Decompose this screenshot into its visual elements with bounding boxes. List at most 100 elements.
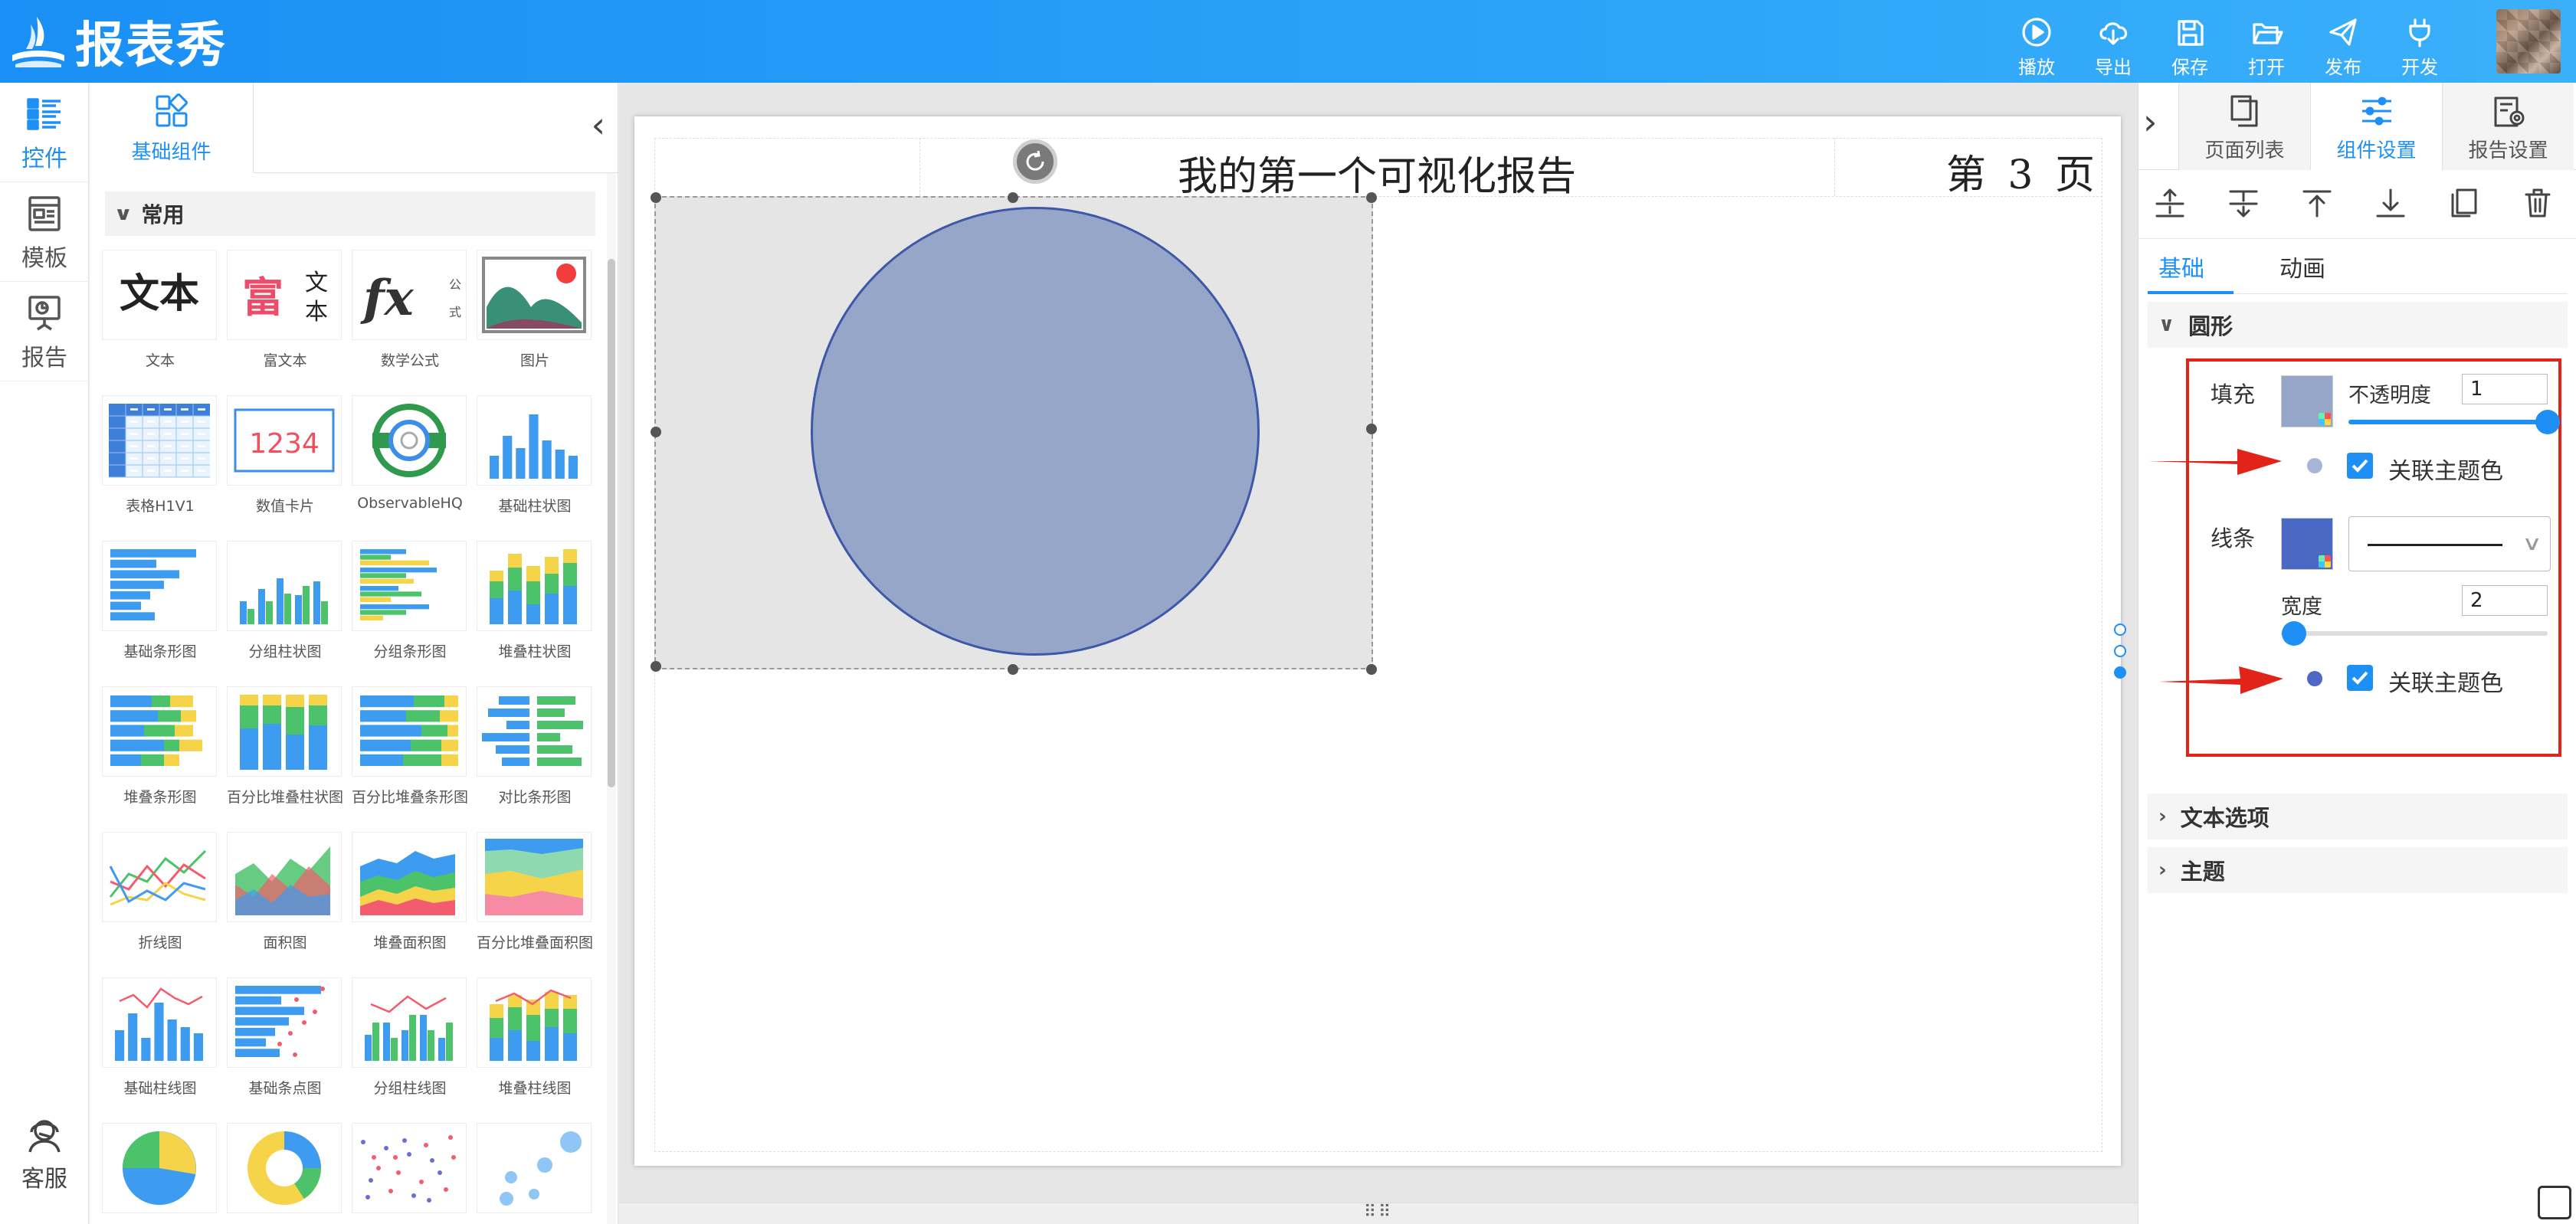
group-theme[interactable]: › 主题 — [2148, 847, 2568, 893]
fill-color-swatch[interactable] — [2281, 375, 2333, 427]
fill-theme-color-dot — [2307, 458, 2322, 473]
stroke-color-swatch[interactable] — [2281, 518, 2333, 570]
component-card-table[interactable]: 表格H1V1 — [102, 395, 220, 515]
component-card-stackbarline[interactable]: 堆叠柱线图 — [477, 977, 595, 1098]
component-card-grouphbar[interactable]: 分组条形图 — [352, 541, 470, 661]
rail-item-list[interactable]: 控件 — [0, 83, 89, 182]
section-common[interactable]: ∨ 常用 — [105, 191, 595, 236]
component-card-hbar[interactable]: 基础条形图 — [102, 541, 220, 661]
subtab-animation[interactable]: 动画 — [2279, 250, 2325, 283]
toolbar-send-button[interactable]: 发布 — [2305, 12, 2381, 78]
bring-to-top-button[interactable] — [2299, 185, 2338, 224]
delete-button[interactable] — [2520, 185, 2558, 224]
component-card-pctstackhbar[interactable]: 百分比堆叠条形图 — [352, 686, 470, 807]
area-thumbnail-icon — [227, 832, 342, 922]
fullscreen-toggle-icon[interactable] — [2538, 1186, 2571, 1219]
settings-tab-report-settings[interactable]: 报告设置 — [2442, 83, 2574, 170]
send-to-bottom-button[interactable] — [2373, 185, 2411, 224]
component-card-area[interactable]: 面积图 — [227, 832, 345, 952]
rail-item-presentation[interactable]: 报告 — [0, 282, 89, 381]
component-card-hbardot[interactable]: 基础条点图 — [227, 977, 345, 1098]
align-middle-icon — [2155, 188, 2184, 218]
resize-handle-right[interactable] — [1366, 424, 1377, 434]
component-card-line[interactable]: 折线图 — [102, 832, 220, 952]
circle-shape[interactable] — [811, 207, 1260, 656]
resize-handle-top-left[interactable] — [651, 192, 661, 203]
rotate-icon — [1026, 150, 1044, 171]
stroke-link-theme-checkbox[interactable] — [2347, 665, 2373, 691]
rail-item-template[interactable]: 模板 — [0, 182, 89, 282]
component-card-stackbar[interactable]: 堆叠柱状图 — [477, 541, 595, 661]
subtab-basic[interactable]: 基础 — [2158, 250, 2204, 283]
component-card-pie[interactable] — [102, 1123, 220, 1222]
selected-circle-component[interactable] — [654, 196, 1373, 669]
toolbar-cloud-download-button[interactable]: 导出 — [2075, 12, 2152, 78]
resize-handle-bottom-right[interactable] — [1366, 664, 1377, 675]
component-card-groupbarline[interactable]: 分组柱线图 — [352, 977, 470, 1098]
rotate-handle[interactable] — [1013, 139, 1057, 184]
side-handle-2[interactable] — [2114, 645, 2126, 657]
toolbar-save-button[interactable]: 保存 — [2152, 12, 2228, 78]
component-card-observable[interactable]: ObservableHQ — [352, 395, 470, 512]
toolbar-label: 保存 — [2171, 57, 2208, 78]
page-side-handles[interactable] — [2114, 623, 2126, 688]
app-logo[interactable]: 报表秀 — [8, 9, 227, 74]
component-card-donut[interactable] — [227, 1123, 345, 1222]
settings-tab-pages[interactable]: 页面列表 — [2178, 83, 2310, 170]
resize-handle-top-right[interactable] — [1366, 192, 1377, 203]
resize-handle-left[interactable] — [651, 427, 661, 437]
rail-item-service[interactable]: 客服 — [0, 1114, 89, 1193]
resize-handle-bottom-left[interactable] — [651, 661, 661, 672]
tab-basic-components[interactable]: 基础组件 — [90, 83, 254, 174]
stroke-width-input[interactable]: 2 — [2462, 585, 2548, 616]
component-card-barline[interactable]: 基础柱线图 — [102, 977, 220, 1098]
component-scrollbar-thumb[interactable] — [608, 259, 615, 787]
component-card-scatter[interactable] — [352, 1123, 470, 1222]
component-card-pctstackbar[interactable]: 百分比堆叠柱状图 — [227, 686, 345, 807]
group-text-options[interactable]: › 文本选项 — [2148, 794, 2568, 839]
section-common-label: 常用 — [141, 202, 185, 227]
canvas-resize-bar[interactable]: ⠿⠿ — [619, 1203, 2138, 1224]
user-avatar[interactable] — [2496, 9, 2561, 74]
component-card-pctstackarea[interactable]: 百分比堆叠面积图 — [477, 832, 595, 952]
component-card-stackarea[interactable]: 堆叠面积图 — [352, 832, 470, 952]
left-rail: 控件 模板 报告 客服 — [0, 83, 89, 1224]
collapse-left-icon[interactable]: ‹ — [592, 104, 605, 146]
component-card-comparehbar[interactable]: 对比条形图 — [477, 686, 595, 807]
group-circle[interactable]: ∨ 圆形 — [2148, 302, 2568, 348]
toolbar-play-button[interactable]: 播放 — [1998, 12, 2075, 78]
stroke-width-label: 宽度 — [2281, 595, 2322, 619]
side-handle-1[interactable] — [2114, 623, 2126, 636]
opacity-slider-knob[interactable] — [2535, 410, 2560, 434]
opacity-input[interactable]: 1 — [2462, 374, 2548, 404]
toolbar-plug-button[interactable]: 开发 — [2381, 12, 2458, 78]
component-card-numcard[interactable]: 1234 数值卡片 — [227, 395, 345, 515]
component-card-richtext[interactable]: 富文本富文本 — [227, 250, 345, 370]
settings-tab-sliders[interactable]: 组件设置 — [2310, 83, 2442, 170]
stroke-width-slider-track[interactable] — [2281, 631, 2548, 636]
side-handle-3[interactable] — [2114, 666, 2126, 679]
fill-link-theme-checkbox[interactable] — [2347, 453, 2373, 479]
resize-handle-top[interactable] — [1008, 192, 1018, 203]
page-number[interactable]: 第 3 页 — [1834, 142, 2099, 200]
copy-button[interactable] — [2447, 185, 2485, 224]
report-page[interactable]: 我的第一个可视化报告 第 3 页 — [634, 116, 2121, 1166]
line-style-select[interactable]: ∨ — [2348, 516, 2551, 571]
component-card-image[interactable]: 图片 — [477, 250, 595, 370]
component-card-label: 堆叠柱状图 — [498, 643, 572, 660]
align-center-button[interactable] — [2226, 185, 2264, 224]
component-card-bar[interactable]: 基础柱状图 — [477, 395, 595, 515]
toolbar-folder-open-button[interactable]: 打开 — [2228, 12, 2305, 78]
grouphbar-thumbnail-icon — [352, 541, 467, 631]
observable-thumbnail-icon — [352, 395, 467, 486]
component-card-bubble[interactable] — [477, 1123, 595, 1222]
resize-handle-bottom[interactable] — [1008, 664, 1018, 675]
svg-text:fx: fx — [360, 270, 415, 327]
collapse-right-icon[interactable]: › — [2143, 101, 2174, 142]
component-card-stackhbar[interactable]: 堆叠条形图 — [102, 686, 220, 807]
component-card-groupbar[interactable]: 分组柱状图 — [227, 541, 345, 661]
component-card-formula[interactable]: fx 公式数学公式 — [352, 250, 470, 370]
align-middle-button[interactable] — [2152, 185, 2191, 224]
component-card-text[interactable]: 文本 文本 — [102, 250, 220, 370]
report-title[interactable]: 我的第一个可视化报告 — [919, 144, 1834, 201]
